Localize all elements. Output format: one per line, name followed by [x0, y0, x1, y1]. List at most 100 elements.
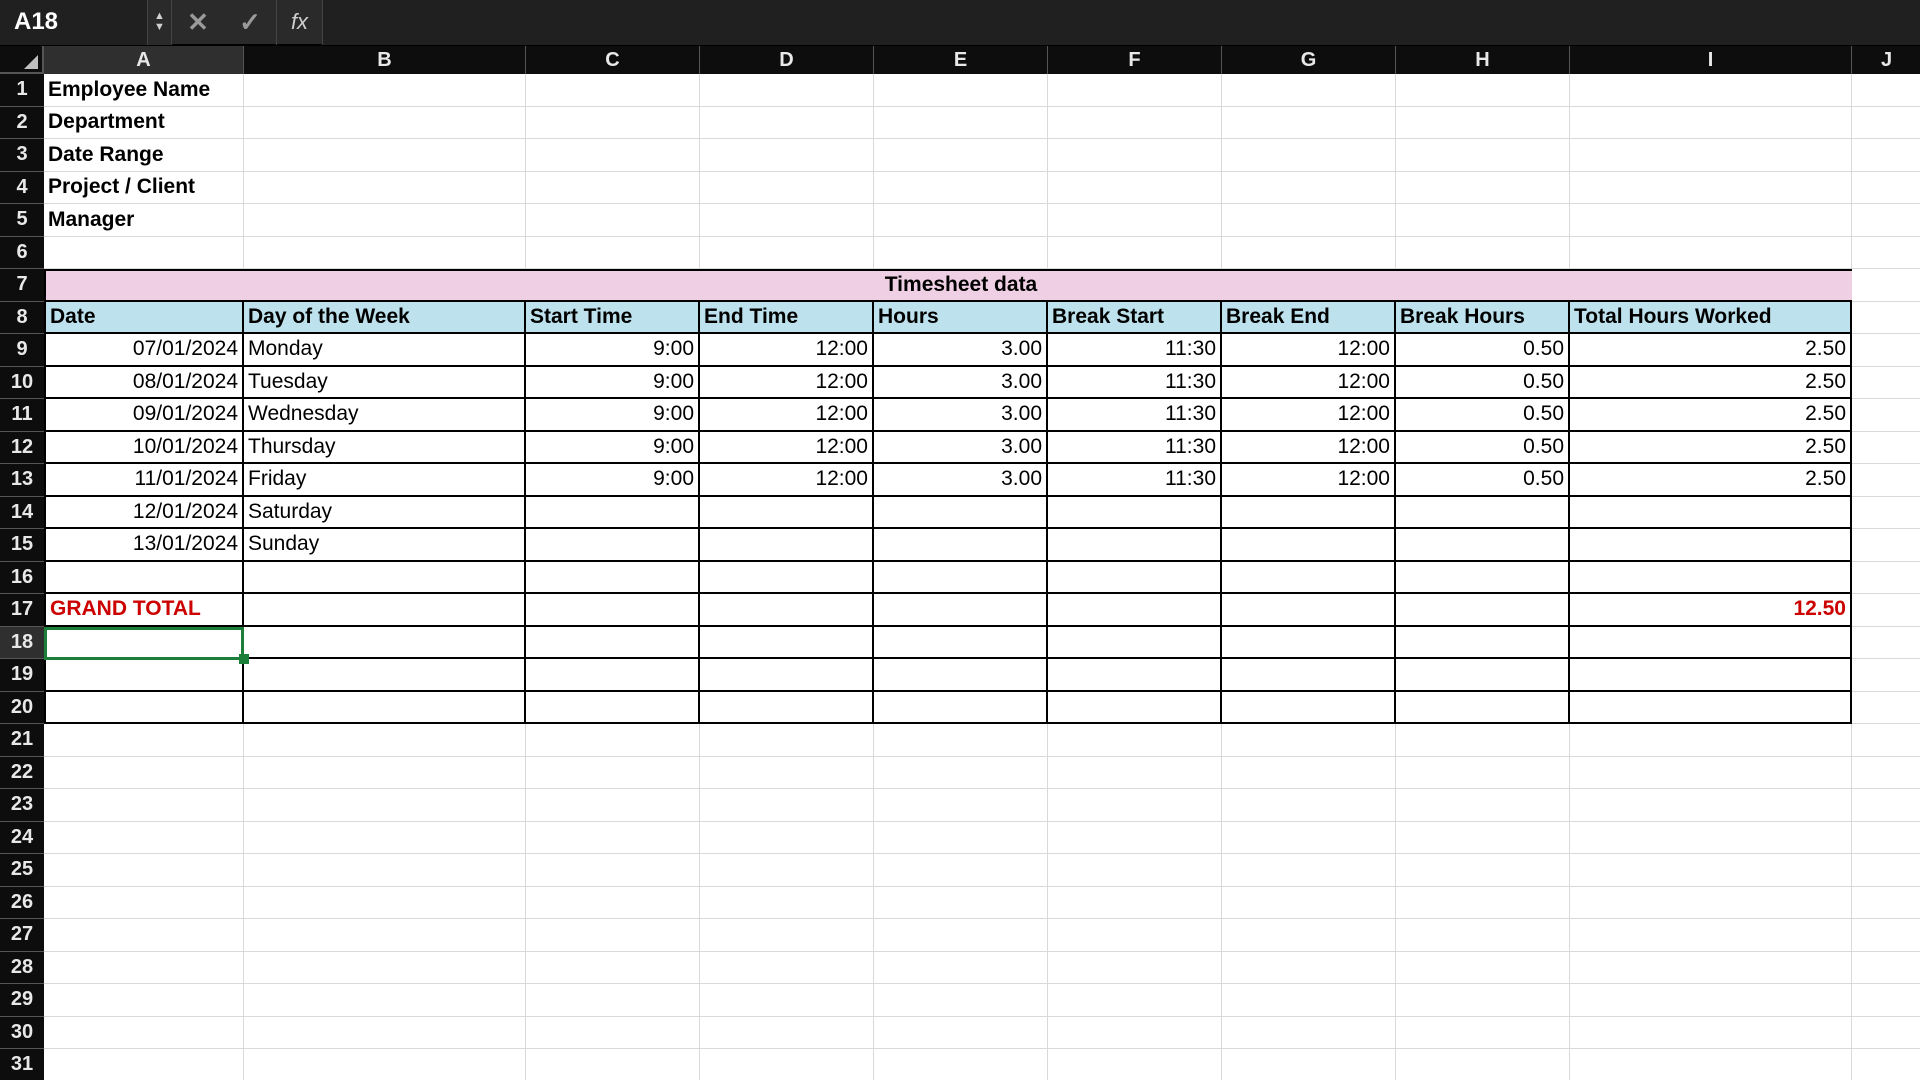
cell[interactable]: [1222, 887, 1396, 920]
cell[interactable]: [526, 269, 700, 302]
cell[interactable]: [1570, 74, 1852, 107]
cell[interactable]: [244, 919, 526, 952]
cell[interactable]: [700, 724, 874, 757]
col-header-D[interactable]: D: [700, 46, 874, 74]
cell[interactable]: [1396, 724, 1570, 757]
cell[interactable]: [700, 172, 874, 205]
cell[interactable]: [1570, 952, 1852, 985]
cell[interactable]: 11:30: [1048, 432, 1222, 465]
cell[interactable]: [700, 562, 874, 595]
cell[interactable]: [44, 659, 244, 692]
cell[interactable]: [1570, 724, 1852, 757]
cell[interactable]: [244, 984, 526, 1017]
cell[interactable]: Wednesday: [244, 399, 526, 432]
cell[interactable]: 3.00: [874, 334, 1048, 367]
cell[interactable]: 12/01/2024: [44, 497, 244, 530]
cell[interactable]: [244, 952, 526, 985]
cell[interactable]: [700, 984, 874, 1017]
cell[interactable]: 9:00: [526, 432, 700, 465]
cell[interactable]: [526, 107, 700, 140]
row-header-27[interactable]: 27: [0, 919, 44, 952]
cell[interactable]: 3.00: [874, 399, 1048, 432]
cell[interactable]: 12:00: [700, 399, 874, 432]
cell[interactable]: [1396, 172, 1570, 205]
cell[interactable]: [700, 822, 874, 855]
cell[interactable]: 2.50: [1570, 432, 1852, 465]
cell[interactable]: Date Range: [44, 139, 244, 172]
cell[interactable]: [700, 74, 874, 107]
cell[interactable]: [1222, 692, 1396, 725]
cell[interactable]: 0.50: [1396, 464, 1570, 497]
row-header-16[interactable]: 16: [0, 562, 44, 595]
cell[interactable]: [1852, 1017, 1920, 1050]
col-header-G[interactable]: G: [1222, 46, 1396, 74]
cell[interactable]: [1048, 594, 1222, 627]
cell[interactable]: [1396, 757, 1570, 790]
row-header-14[interactable]: 14: [0, 497, 44, 530]
cell[interactable]: 12:00: [1222, 367, 1396, 400]
cell[interactable]: [1570, 692, 1852, 725]
cell[interactable]: Timesheet data: [874, 269, 1048, 302]
cell[interactable]: [44, 562, 244, 595]
cell[interactable]: [700, 789, 874, 822]
cell[interactable]: [1222, 1017, 1396, 1050]
row-header-1[interactable]: 1: [0, 74, 44, 107]
cell[interactable]: [1852, 172, 1920, 205]
cell[interactable]: [1396, 594, 1570, 627]
cell[interactable]: [244, 1017, 526, 1050]
cell[interactable]: [1222, 854, 1396, 887]
cell[interactable]: [526, 627, 700, 660]
cell[interactable]: [244, 269, 526, 302]
cell[interactable]: [1396, 1049, 1570, 1080]
cell[interactable]: Friday: [244, 464, 526, 497]
cell[interactable]: [1048, 757, 1222, 790]
cell[interactable]: [1852, 497, 1920, 530]
row-header-31[interactable]: 31: [0, 1049, 44, 1080]
name-box[interactable]: A18: [0, 0, 148, 45]
row-header-29[interactable]: 29: [0, 984, 44, 1017]
formula-input[interactable]: [322, 0, 1920, 45]
cell[interactable]: [1570, 822, 1852, 855]
cell[interactable]: [874, 984, 1048, 1017]
cell[interactable]: [700, 237, 874, 270]
cell[interactable]: Saturday: [244, 497, 526, 530]
cell[interactable]: [1396, 204, 1570, 237]
cell[interactable]: [244, 562, 526, 595]
cell[interactable]: [1396, 692, 1570, 725]
cell[interactable]: 0.50: [1396, 432, 1570, 465]
cell[interactable]: 0.50: [1396, 334, 1570, 367]
cell[interactable]: [1570, 107, 1852, 140]
cell[interactable]: [1396, 952, 1570, 985]
cell[interactable]: [44, 1017, 244, 1050]
cell[interactable]: [244, 107, 526, 140]
cell[interactable]: [1048, 1049, 1222, 1080]
cell[interactable]: [1222, 269, 1396, 302]
cell[interactable]: [1570, 139, 1852, 172]
spinner-down-icon[interactable]: ▼: [148, 22, 171, 33]
cell[interactable]: [700, 107, 874, 140]
cell[interactable]: [1396, 887, 1570, 920]
cell[interactable]: 12:00: [1222, 432, 1396, 465]
cell[interactable]: [244, 204, 526, 237]
cell[interactable]: [526, 497, 700, 530]
cell[interactable]: 08/01/2024: [44, 367, 244, 400]
fx-icon[interactable]: fx: [276, 0, 322, 45]
cell[interactable]: [1048, 269, 1222, 302]
cell[interactable]: [44, 984, 244, 1017]
row-header-26[interactable]: 26: [0, 887, 44, 920]
cell[interactable]: [44, 854, 244, 887]
cell[interactable]: [1222, 562, 1396, 595]
cell[interactable]: [1222, 139, 1396, 172]
cell[interactable]: [1852, 334, 1920, 367]
cell[interactable]: 11:30: [1048, 334, 1222, 367]
row-header-22[interactable]: 22: [0, 757, 44, 790]
cell[interactable]: [1570, 204, 1852, 237]
cell[interactable]: [1570, 1049, 1852, 1080]
cell[interactable]: [1048, 1017, 1222, 1050]
cell[interactable]: [874, 919, 1048, 952]
cell[interactable]: [874, 529, 1048, 562]
cell[interactable]: [1222, 1049, 1396, 1080]
cell[interactable]: [526, 1049, 700, 1080]
col-header-C[interactable]: C: [526, 46, 700, 74]
row-header-23[interactable]: 23: [0, 789, 44, 822]
